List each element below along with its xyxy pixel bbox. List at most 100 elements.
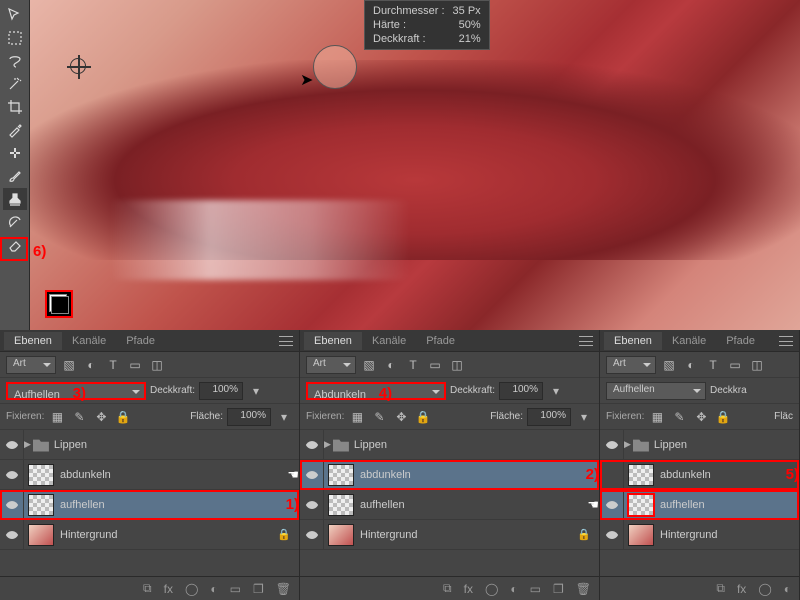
layer-group-lippen[interactable]: ▶ Lippen	[0, 430, 299, 460]
layer-abdunkeln[interactable]: abdunkeln 2)	[300, 460, 599, 490]
filter-smart-icon[interactable]: ◫	[448, 356, 466, 374]
filter-image-icon[interactable]: ▧	[60, 356, 78, 374]
adjustment-icon[interactable]: ◐	[784, 582, 791, 596]
adjustment-icon[interactable]: ◐	[510, 582, 517, 596]
new-layer-icon[interactable]: ❐	[253, 582, 264, 596]
lock-paint-icon[interactable]: ✎	[670, 408, 688, 426]
layer-group-lippen[interactable]: ▶ Lippen	[300, 430, 599, 460]
filter-dropdown[interactable]: Art	[606, 356, 656, 374]
mask-icon[interactable]: ◯	[758, 582, 771, 596]
layer-group-lippen[interactable]: ▶ Lippen	[600, 430, 799, 460]
filter-shape-icon[interactable]: ▭	[726, 356, 744, 374]
layer-background[interactable]: Hintergrund 🔒	[300, 520, 599, 550]
visibility-toggle[interactable]	[0, 490, 24, 520]
layer-abdunkeln[interactable]: abdunkeln 5)	[600, 460, 799, 490]
fill-input[interactable]: 100%	[527, 408, 571, 426]
opacity-arrow-icon[interactable]: ▾	[547, 382, 565, 400]
history-brush-tool[interactable]	[3, 211, 27, 233]
eyedropper-tool[interactable]	[3, 119, 27, 141]
filter-type-icon[interactable]: T	[404, 356, 422, 374]
fx-icon[interactable]: fx	[164, 582, 173, 596]
crop-tool[interactable]	[3, 96, 27, 118]
tab-channels[interactable]: Kanäle	[362, 332, 416, 350]
fill-input[interactable]: 100%	[227, 408, 271, 426]
filter-adjust-icon[interactable]: ◐	[82, 356, 100, 374]
filter-smart-icon[interactable]: ◫	[748, 356, 766, 374]
filter-adjust-icon[interactable]: ◐	[682, 356, 700, 374]
visibility-toggle[interactable]	[300, 460, 324, 490]
trash-icon[interactable]: 🗑	[576, 582, 591, 596]
healing-tool[interactable]	[3, 142, 27, 164]
move-tool[interactable]	[3, 4, 27, 26]
filter-dropdown[interactable]: Art	[306, 356, 356, 374]
blend-mode-dropdown[interactable]: Aufhellen	[606, 382, 706, 400]
layer-background[interactable]: Hintergrund 🔒	[0, 520, 299, 550]
visibility-toggle[interactable]	[600, 430, 624, 460]
layer-background[interactable]: Hintergrund	[600, 520, 799, 550]
filter-shape-icon[interactable]: ▭	[126, 356, 144, 374]
visibility-toggle[interactable]	[0, 460, 24, 490]
layer-aufhellen[interactable]: aufhellen ☚	[300, 490, 599, 520]
link-icon[interactable]: ⧉	[716, 581, 725, 596]
lock-all-icon[interactable]: 🔒	[114, 408, 132, 426]
color-swatch[interactable]	[45, 290, 73, 318]
tab-layers[interactable]: Ebenen	[4, 332, 62, 350]
lock-paint-icon[interactable]: ✎	[70, 408, 88, 426]
layer-aufhellen[interactable]: aufhellen 1)	[0, 490, 299, 520]
opacity-input[interactable]: 100%	[499, 382, 543, 400]
opacity-input[interactable]: 100%	[199, 382, 243, 400]
filter-shape-icon[interactable]: ▭	[426, 356, 444, 374]
opacity-arrow-icon[interactable]: ▾	[247, 382, 265, 400]
tab-channels[interactable]: Kanäle	[662, 332, 716, 350]
visibility-toggle[interactable]	[600, 520, 624, 550]
blend-mode-dropdown[interactable]: Aufhellen 3)	[6, 382, 146, 400]
panel-menu-icon[interactable]	[579, 336, 593, 346]
fx-icon[interactable]: fx	[737, 582, 746, 596]
layer-abdunkeln[interactable]: abdunkeln ☚	[0, 460, 299, 490]
tab-layers[interactable]: Ebenen	[604, 332, 662, 350]
filter-type-icon[interactable]: T	[104, 356, 122, 374]
filter-image-icon[interactable]: ▧	[660, 356, 678, 374]
brush-tool[interactable]	[3, 165, 27, 187]
lock-pos-icon[interactable]: ✥	[692, 408, 710, 426]
canvas[interactable]: ➤ Durchmesser :35 Px Härte :50% Deckkraf…	[30, 0, 800, 330]
fill-arrow-icon[interactable]: ▾	[575, 408, 593, 426]
adjustment-icon[interactable]: ◐	[210, 582, 217, 596]
visibility-toggle[interactable]	[0, 520, 24, 550]
lock-trans-icon[interactable]: ▦	[48, 408, 66, 426]
lasso-tool[interactable]	[3, 50, 27, 72]
visibility-toggle[interactable]	[300, 520, 324, 550]
visibility-toggle[interactable]	[300, 490, 324, 520]
blend-mode-dropdown[interactable]: Abdunkeln 4)	[306, 382, 446, 400]
layer-aufhellen[interactable]: aufhellen	[600, 490, 799, 520]
lock-paint-icon[interactable]: ✎	[370, 408, 388, 426]
tab-channels[interactable]: Kanäle	[62, 332, 116, 350]
filter-type-icon[interactable]: T	[704, 356, 722, 374]
visibility-toggle[interactable]	[300, 430, 324, 460]
group-icon[interactable]: ▭	[530, 582, 541, 596]
filter-dropdown[interactable]: Art	[6, 356, 56, 374]
link-icon[interactable]: ⧉	[443, 581, 452, 596]
lock-trans-icon[interactable]: ▦	[348, 408, 366, 426]
group-icon[interactable]: ▭	[230, 582, 241, 596]
trash-icon[interactable]: 🗑	[276, 582, 291, 596]
tab-paths[interactable]: Pfade	[416, 332, 465, 350]
visibility-toggle[interactable]	[600, 490, 624, 520]
new-layer-icon[interactable]: ❐	[553, 582, 564, 596]
lock-all-icon[interactable]: 🔒	[714, 408, 732, 426]
lock-pos-icon[interactable]: ✥	[392, 408, 410, 426]
panel-menu-icon[interactable]	[279, 336, 293, 346]
wand-tool[interactable]	[3, 73, 27, 95]
filter-smart-icon[interactable]: ◫	[148, 356, 166, 374]
fill-arrow-icon[interactable]: ▾	[275, 408, 293, 426]
panel-menu-icon[interactable]	[779, 336, 793, 346]
filter-adjust-icon[interactable]: ◐	[382, 356, 400, 374]
mask-icon[interactable]: ◯	[185, 582, 198, 596]
lock-all-icon[interactable]: 🔒	[414, 408, 432, 426]
visibility-toggle[interactable]	[600, 460, 624, 490]
tab-paths[interactable]: Pfade	[716, 332, 765, 350]
tab-paths[interactable]: Pfade	[116, 332, 165, 350]
stamp-tool[interactable]	[3, 188, 27, 210]
marquee-tool[interactable]	[3, 27, 27, 49]
fx-icon[interactable]: fx	[464, 582, 473, 596]
